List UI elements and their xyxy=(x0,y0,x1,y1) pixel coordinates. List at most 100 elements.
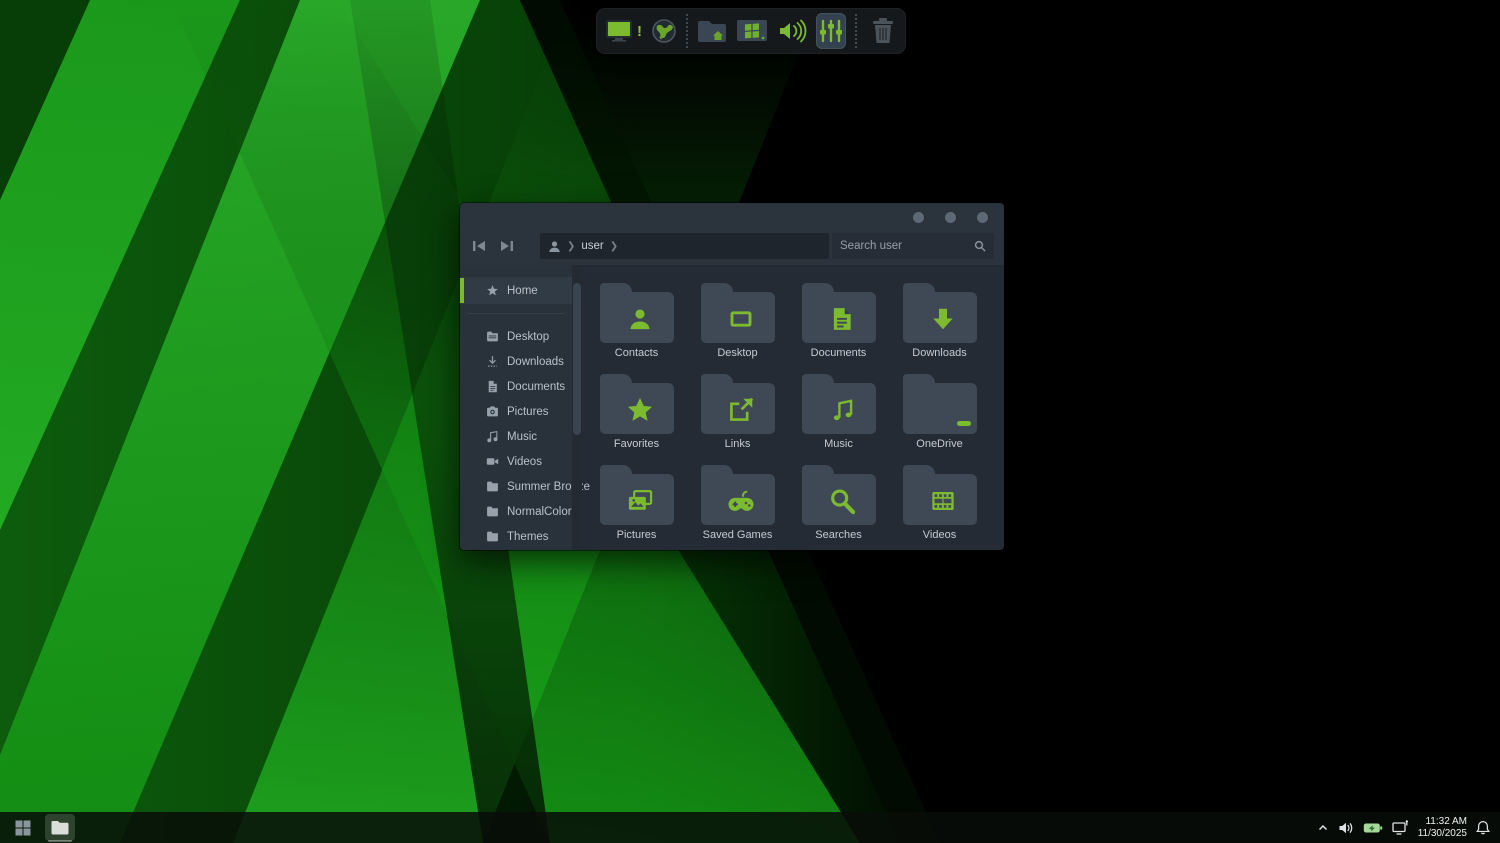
folder-tile-music[interactable]: Music xyxy=(788,368,889,459)
tray-volume-icon[interactable] xyxy=(1338,821,1354,835)
folder-label: Searches xyxy=(815,529,861,541)
document-icon xyxy=(486,380,499,393)
file-explorer-window: ❯ user ❯ Home Desktop xyxy=(460,203,1004,550)
sidebar-item-label: NormalColor xyxy=(507,506,572,518)
display-alert-icon[interactable]: ! xyxy=(606,13,642,49)
folder-label: Contacts xyxy=(615,347,658,359)
sidebar-item-label: Downloads xyxy=(507,356,564,368)
monitor-icon xyxy=(728,306,755,333)
document-icon xyxy=(829,306,855,332)
folder-tile-searches[interactable]: Searches xyxy=(788,459,889,550)
chevron-up-icon[interactable] xyxy=(1317,822,1329,834)
titlebar[interactable] xyxy=(460,203,1004,231)
user-profile-icon xyxy=(548,240,561,253)
camera-icon xyxy=(486,405,499,418)
sidebar-divider xyxy=(468,313,564,314)
battery-icon[interactable] xyxy=(1363,821,1383,835)
folder-label: Downloads xyxy=(912,347,966,359)
sidebar-item-pictures[interactable]: Pictures xyxy=(460,399,572,424)
sidebar-scrollbar[interactable] xyxy=(572,265,582,550)
folder-tile-desktop[interactable]: Desktop xyxy=(687,277,788,368)
sidebar-item-label: Music xyxy=(507,431,537,443)
sidebar-item-home[interactable]: Home xyxy=(460,277,572,304)
windows-drive-icon[interactable] xyxy=(736,13,768,49)
folder-tile-documents[interactable]: Documents xyxy=(788,277,889,368)
breadcrumb-segment[interactable]: user xyxy=(581,240,603,252)
arrow-down-icon xyxy=(930,306,956,332)
music-note-icon xyxy=(829,397,855,423)
scrollbar-thumb[interactable] xyxy=(573,283,581,435)
folder-tile-pictures[interactable]: Pictures xyxy=(586,459,687,550)
folder-tile-downloads[interactable]: Downloads xyxy=(889,277,990,368)
sidebar: Home Desktop Downloads Documents xyxy=(460,265,572,550)
sidebar-item-label: Home xyxy=(507,285,538,297)
folder-tile-contacts[interactable]: Contacts xyxy=(586,277,687,368)
folder-label: Music xyxy=(824,438,853,450)
folder-icon xyxy=(486,505,499,518)
download-arrow-icon xyxy=(486,355,499,368)
dash-icon xyxy=(957,421,971,426)
search-icon xyxy=(974,240,986,252)
maximize-button[interactable] xyxy=(945,212,956,223)
trash-icon[interactable] xyxy=(870,13,896,49)
breadcrumb-chevron: ❯ xyxy=(567,241,575,252)
gamepad-icon xyxy=(726,486,756,516)
breadcrumb-chevron: ❯ xyxy=(610,241,618,252)
toolbar-separator xyxy=(855,14,857,48)
address-bar[interactable]: ❯ user ❯ xyxy=(540,233,829,259)
volume-icon[interactable] xyxy=(777,13,807,49)
minimize-button[interactable] xyxy=(913,212,924,223)
sidebar-item-downloads[interactable]: Downloads xyxy=(460,349,572,374)
taskbar: 11:32 AM 11/30/2025 xyxy=(0,812,1500,843)
toolbar-separator xyxy=(686,14,688,48)
sidebar-item-label: Documents xyxy=(507,381,565,393)
folder-label: Desktop xyxy=(717,347,757,359)
sidebar-item-documents[interactable]: Documents xyxy=(460,374,572,399)
sidebar-item-videos[interactable]: Videos xyxy=(460,449,572,474)
folder-tile-links[interactable]: Links xyxy=(687,368,788,459)
folder-label: Videos xyxy=(923,529,956,541)
sidebar-item-music[interactable]: Music xyxy=(460,424,572,449)
clock-date: 11/30/2025 xyxy=(1418,828,1467,840)
film-strip-icon xyxy=(930,488,957,515)
folder-label: Documents xyxy=(811,347,867,359)
floating-toolbar: ! xyxy=(596,8,906,54)
folder-tile-onedrive[interactable]: OneDrive xyxy=(889,368,990,459)
person-icon xyxy=(627,306,654,333)
network-icon[interactable] xyxy=(1392,820,1409,835)
close-button[interactable] xyxy=(977,212,988,223)
folder-label: OneDrive xyxy=(916,438,962,450)
folder-label: Pictures xyxy=(617,529,657,541)
folder-icon xyxy=(486,530,499,543)
sidebar-item-desktop[interactable]: Desktop xyxy=(460,324,572,349)
folder-label: Links xyxy=(725,438,751,450)
share-arrow-icon xyxy=(728,397,755,424)
folder-tile-videos[interactable]: Videos xyxy=(889,459,990,550)
desktop: { "colors": { "accent_green": "#7cba30",… xyxy=(0,0,1500,843)
desktop-folder-icon xyxy=(486,330,499,343)
search-box[interactable] xyxy=(832,233,994,259)
start-button[interactable] xyxy=(8,814,38,841)
taskbar-clock[interactable]: 11:32 AM 11/30/2025 xyxy=(1418,816,1467,840)
home-folder-icon[interactable] xyxy=(697,13,727,49)
notification-bell-icon[interactable] xyxy=(1476,820,1490,835)
folder-tile-saved-games[interactable]: Saved Games xyxy=(687,459,788,550)
mixer-icon[interactable] xyxy=(816,13,846,49)
sidebar-item-label: Themes xyxy=(507,531,549,543)
sidebar-item-summer-bronze[interactable]: Summer Bronze xyxy=(460,474,572,499)
sidebar-item-themes[interactable]: Themes xyxy=(460,524,572,549)
folder-tile-favorites[interactable]: Favorites xyxy=(586,368,687,459)
globe-icon[interactable] xyxy=(651,13,677,49)
file-explorer-taskbar-button[interactable] xyxy=(45,814,75,841)
folder-icon xyxy=(486,480,499,493)
taskbar-left xyxy=(8,814,75,841)
home-star-icon xyxy=(486,284,499,297)
music-notes-icon xyxy=(486,430,499,443)
clock-time: 11:32 AM xyxy=(1418,816,1467,828)
video-camera-icon xyxy=(486,455,499,468)
magnifier-icon xyxy=(828,487,856,515)
back-icon[interactable] xyxy=(470,237,488,255)
sidebar-item-normalcolor[interactable]: NormalColor xyxy=(460,499,572,524)
forward-icon[interactable] xyxy=(497,237,515,255)
search-input[interactable] xyxy=(840,240,974,252)
